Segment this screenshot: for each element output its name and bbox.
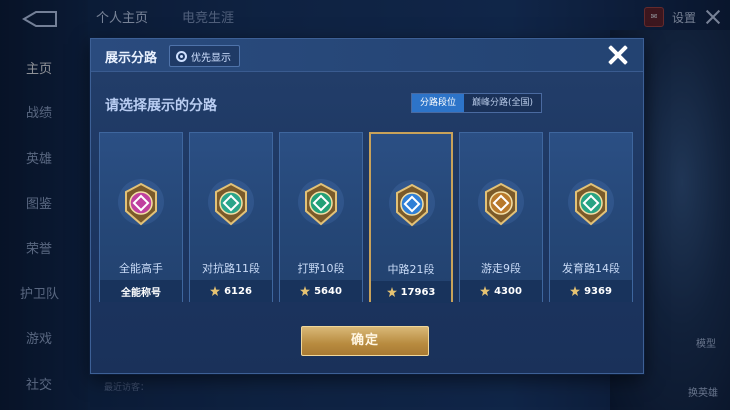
display-lane-dialog: 展示分路 优先显示 请选择展示的分路 分路段位 巅峰分路(全国) 全能高手全能称… (90, 38, 644, 374)
clash-badge-icon (208, 179, 254, 226)
card-lane-name: 发育路14段 (562, 262, 620, 275)
farm-badge-icon (568, 179, 614, 226)
dialog-header: 展示分路 优先显示 (91, 39, 643, 72)
mid-badge-icon (389, 180, 435, 227)
rank-star-icon (386, 287, 397, 297)
card-allround[interactable]: 全能高手 全能称号 (99, 132, 183, 302)
card-score: 6126 (190, 280, 272, 302)
lane-cards: 全能高手 全能称号 对抗路11段 6126 打野10段 5640 中路21段 17963 游走9… (99, 132, 635, 303)
rank-star-icon (210, 286, 221, 296)
card-lane-name: 中路21段 (387, 263, 435, 276)
card-score-value: 6126 (224, 285, 252, 297)
card-score-value: 4300 (494, 285, 522, 297)
card-score: 5640 (280, 280, 362, 302)
card-score-value: 全能称号 (121, 287, 161, 299)
card-score: 4300 (460, 280, 542, 302)
segment-control: 分路段位 巅峰分路(全国) (411, 93, 543, 113)
card-lane-name: 打野10段 (297, 262, 345, 275)
card-score-value: 17963 (400, 286, 436, 298)
close-dialog-button[interactable] (607, 44, 629, 66)
priority-label: 优先显示 (191, 52, 231, 64)
card-jungle[interactable]: 打野10段 5640 (279, 132, 363, 302)
card-lane-name: 游走9段 (481, 262, 521, 275)
gear-icon (176, 50, 187, 62)
rank-star-icon (570, 286, 581, 296)
jungle-badge-icon (298, 179, 344, 226)
dialog-subtitle: 请选择展示的分路 (105, 98, 217, 114)
card-lane-name: 对抗路11段 (202, 262, 260, 275)
dialog-title: 展示分路 (105, 51, 158, 66)
card-score: 9369 (550, 280, 632, 302)
card-clash-lane[interactable]: 对抗路11段 6126 (189, 132, 273, 302)
confirm-button[interactable]: 确定 (301, 326, 429, 356)
segment-lane-rank[interactable]: 分路段位 (412, 94, 465, 112)
card-farm-lane[interactable]: 发育路14段 9369 (549, 132, 633, 302)
roam-badge-icon (478, 179, 524, 226)
segment-peak-lane[interactable]: 巅峰分路(全国) (464, 94, 542, 112)
card-score-value: 5640 (314, 285, 342, 297)
card-lane-name: 全能高手 (119, 262, 163, 275)
card-score-value: 9369 (584, 285, 612, 297)
rank-star-icon (300, 286, 311, 296)
card-score: 全能称号 (100, 280, 182, 302)
card-mid-lane[interactable]: 中路21段 17963 (369, 132, 453, 303)
rank-star-icon (480, 286, 491, 296)
priority-display-button[interactable]: 优先显示 (169, 45, 240, 67)
card-roam[interactable]: 游走9段 4300 (459, 132, 543, 302)
allround-badge-icon (118, 179, 164, 226)
card-score: 17963 (371, 281, 451, 303)
